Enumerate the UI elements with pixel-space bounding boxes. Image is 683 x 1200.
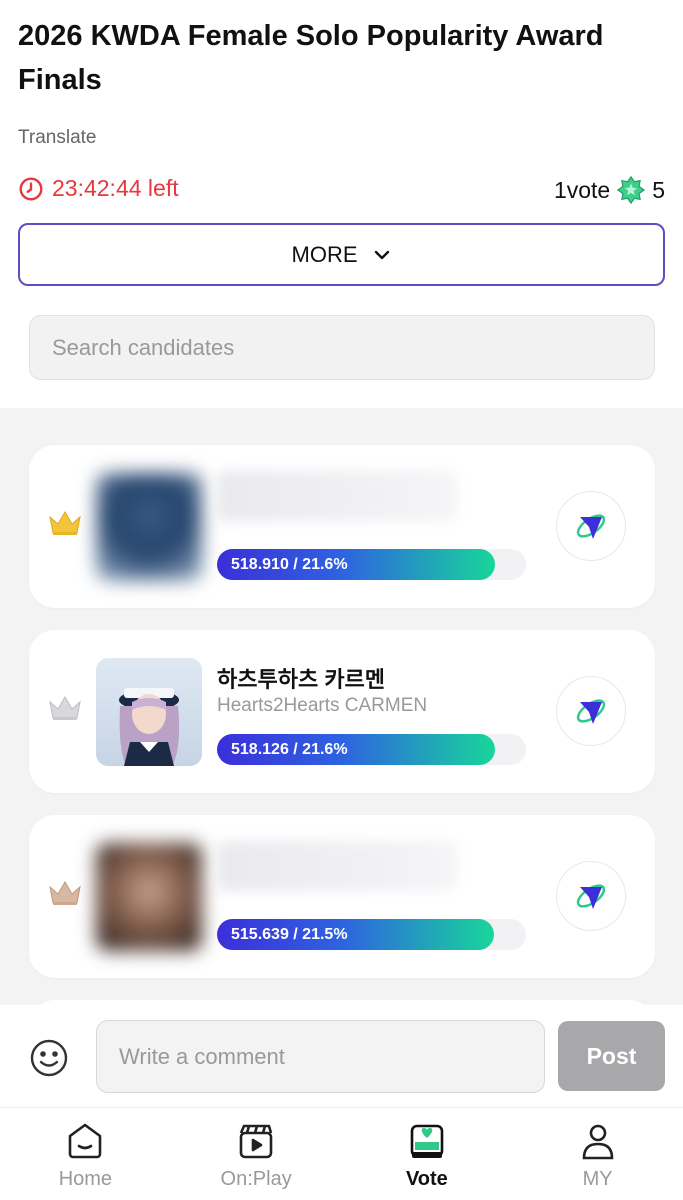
clock-icon [19,177,43,200]
page-title: 2026 KWDA Female Solo Popularity Award F… [18,20,604,96]
nav-item-home[interactable]: Home [0,1108,171,1200]
candidate-group: Hearts2Hearts CARMEN [217,695,428,716]
nav-item-vote[interactable]: Vote [342,1108,513,1200]
candidate-list[interactable]: 518.910 / 21.6% 하츠투하츠 카르멘 Hearts2Hearts … [0,408,683,1008]
candidate-card[interactable]: 515.639 / 21.5% [29,815,655,978]
chevron-down-icon [374,250,389,259]
candidate-photo [96,843,202,951]
nav-label-vote: Vote [405,1168,448,1190]
post-button[interactable]: Post [558,1021,665,1091]
time-left-text: 23:42:44 left [52,175,179,201]
star-gem-icon [617,175,646,205]
candidate-photo [96,658,202,766]
more-button[interactable]: MORE [18,223,665,286]
vote-count-label: 518.126 / 21.6% [231,740,348,758]
vote-progress-bar: 518.126 / 21.6% [217,734,496,765]
candidate-photo [96,473,202,581]
comment-bar: Post [0,1005,683,1107]
search-box[interactable] [29,315,655,380]
vote-progress-track: 518.910 / 21.6% [217,549,526,580]
comment-box[interactable] [96,1020,545,1093]
vote-button[interactable] [556,676,626,746]
vote-logo-icon [576,884,606,909]
candidate-card[interactable]: 518.910 / 21.6% [29,445,655,608]
silver-crown-icon [49,696,81,720]
candidate-name: 하츠투하츠 카르멘 [217,667,386,692]
more-button-label: MORE [291,241,358,267]
countdown-timer: 23:42:44 left [18,175,179,202]
profile-icon [582,1124,613,1160]
onplay-icon [239,1124,273,1159]
nav-label-onplay: On:Play [220,1168,292,1190]
candidate-name-blurred [217,471,457,521]
vote-cost-indicator: 1vote 5 [554,175,665,205]
bottom-nav: Home On:Play Vote MY [0,1107,683,1200]
search-input[interactable] [52,334,654,361]
vote-count-label: 515.639 / 21.5% [231,925,348,943]
vote-button[interactable] [556,491,626,561]
comment-input[interactable] [119,1043,544,1070]
gold-crown-icon [49,511,81,535]
nav-label-my: MY [582,1168,613,1190]
emoji-icon[interactable] [29,1038,69,1078]
bronze-crown-icon [49,881,81,905]
vote-cost-value: 5 [652,176,665,203]
vote-logo-icon [576,699,606,724]
home-icon [69,1123,102,1159]
vote-logo-icon [576,514,606,539]
vote-icon [410,1124,444,1158]
vote-progress-bar: 518.910 / 21.6% [217,549,496,580]
vote-progress-track: 515.639 / 21.5% [217,919,526,950]
vote-progress-bar: 515.639 / 21.5% [217,919,494,950]
candidate-card[interactable]: 하츠투하츠 카르멘 Hearts2Hearts CARMEN 518.126 /… [29,630,655,793]
nav-item-onplay[interactable]: On:Play [171,1108,342,1200]
vote-count-label: 518.910 / 21.6% [231,555,348,573]
vote-progress-track: 518.126 / 21.6% [217,734,526,765]
vote-button[interactable] [556,861,626,931]
candidate-name-blurred [217,841,457,891]
nav-label-home: Home [58,1168,113,1190]
vote-label: 1vote [553,176,611,203]
portrait-illustration [119,688,180,766]
nav-item-my[interactable]: MY [512,1108,683,1200]
translate-link[interactable]: Translate [18,127,97,149]
